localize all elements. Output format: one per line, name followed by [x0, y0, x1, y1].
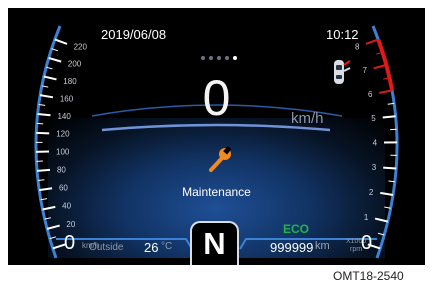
speedometer-zero-label: 0: [64, 232, 76, 254]
speedometer-tick: [36, 131, 50, 135]
page-dot: [201, 56, 205, 60]
speedometer-tick: [46, 224, 60, 230]
tachometer-scale-label: 4: [373, 139, 378, 148]
tachometer-tick: [373, 63, 387, 70]
speed-readout: 0: [202, 70, 231, 126]
outside-temp-value: 26: [144, 240, 159, 255]
odometer-unit: km: [315, 240, 330, 252]
speedometer-ticks: [35, 38, 68, 250]
speedometer-zero-unit: km/h: [82, 241, 100, 250]
speedometer-tick: [36, 168, 51, 172]
clock-display: 10:12: [326, 27, 359, 42]
odometer-value: 999999: [270, 240, 314, 255]
tachometer-tick: [374, 217, 388, 223]
speedometer-scale-label: 220: [74, 42, 88, 51]
page-dot: [233, 56, 237, 60]
page-indicator: [201, 56, 237, 62]
figure-caption: OMT18-2540: [333, 269, 404, 283]
page-dot: [225, 56, 229, 60]
page-dot: [209, 56, 213, 60]
instrument-cluster: 20 40 60 80 100 120 140 160 180 200 220 12345678 2…: [8, 8, 425, 265]
speedometer-tick: [48, 56, 62, 63]
outside-temp-unit: °C: [161, 241, 173, 252]
speedometer-scale-label: 120: [56, 130, 70, 139]
speedometer-scale-labels: 20406080100120140160180200220: [56, 42, 87, 229]
tachometer-scale-label: 3: [372, 163, 377, 172]
maintenance-label: Maintenance: [182, 185, 251, 199]
tachometer-scale-label: 8: [355, 42, 360, 51]
tachometer-tick: [383, 166, 397, 170]
speed-unit: km/h: [291, 110, 324, 127]
wrench-icon: [209, 145, 232, 172]
speedometer-tick: [54, 38, 68, 45]
eco-mode-indicator: ECO: [283, 222, 310, 236]
speedometer-tick: [42, 205, 56, 211]
tachometer-zero-label: 0: [361, 232, 373, 254]
speedometer-scale-label: 100: [56, 147, 70, 156]
gear-indicator: N: [190, 221, 239, 265]
tachometer-tick: [365, 38, 379, 45]
speedometer-scale-label: 80: [57, 165, 66, 174]
tachometer-ticks: [365, 38, 398, 250]
speedometer-scale-label: 200: [68, 60, 82, 69]
date-display: 2019/06/08: [101, 27, 167, 42]
speedometer-scale-label: 20: [66, 220, 75, 229]
gear-position: N: [203, 226, 226, 261]
speedometer-scale-label: 40: [62, 201, 71, 210]
page-dot: [217, 56, 221, 60]
tachometer-scale-label: 1: [364, 213, 369, 222]
